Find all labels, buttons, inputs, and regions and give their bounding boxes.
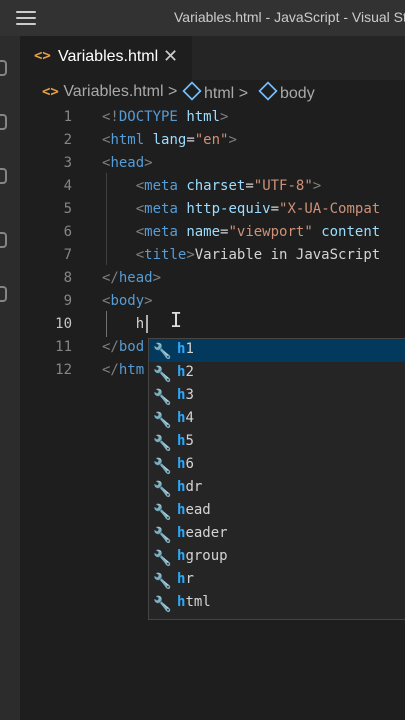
line-number: 5 <box>63 201 72 217</box>
code-line: </bod <box>102 339 145 355</box>
suggestion-item[interactable]: 🔧 h4 <box>149 408 405 431</box>
code-line-active: h <box>135 316 145 332</box>
line-number: 7 <box>63 247 72 263</box>
title-bar: Variables.html - JavaScript - Visual St <box>0 0 405 36</box>
wrench-icon: 🔧 <box>153 458 172 475</box>
element-icon <box>182 81 202 101</box>
code-line: <body> <box>102 293 153 309</box>
code-line: </htm <box>102 362 145 378</box>
breadcrumb-html[interactable]: html > <box>182 81 249 103</box>
wrench-icon: 🔧 <box>153 366 172 383</box>
line-number: 3 <box>63 155 72 171</box>
line-number: 4 <box>63 178 72 194</box>
line-number: 6 <box>63 224 72 240</box>
line-number: 10 <box>55 316 72 332</box>
suggestion-item[interactable]: 🔧 hdr <box>149 477 405 500</box>
close-icon[interactable]: ✕ <box>163 46 178 67</box>
window-title: Variables.html - JavaScript - Visual St <box>174 9 405 25</box>
menu-icon[interactable] <box>16 11 36 25</box>
suggestion-item[interactable]: 🔧 header <box>149 523 405 546</box>
activity-bar <box>0 36 20 720</box>
line-number: 12 <box>55 362 72 378</box>
element-icon <box>258 81 278 101</box>
autocomplete-list[interactable]: 🔧 h1 🔧 h2 🔧 h3 🔧 h4 🔧 h5 🔧 h6 🔧 hdr 🔧 head 🔧 head… <box>148 338 405 620</box>
suggestion-item[interactable]: 🔧 h2 <box>149 362 405 385</box>
line-number: 1 <box>63 109 72 125</box>
extensions-icon[interactable] <box>0 286 7 302</box>
run-debug-icon[interactable] <box>0 232 7 248</box>
chevron-right-icon: > <box>238 85 249 102</box>
wrench-icon: 🔧 <box>153 412 172 429</box>
wrench-icon: 🔧 <box>153 343 172 360</box>
wrench-icon: 🔧 <box>153 504 172 521</box>
code-line: <!DOCTYPE html> <box>102 109 229 125</box>
suggestion-item[interactable]: 🔧 hgroup <box>149 546 405 569</box>
line-number: 11 <box>55 339 72 355</box>
tab-label: Variables.html <box>58 48 159 65</box>
wrench-icon: 🔧 <box>153 389 172 406</box>
breadcrumb-body[interactable]: body <box>258 81 315 103</box>
wrench-icon: 🔧 <box>153 527 172 544</box>
breadcrumb-file[interactable]: <> Variables.html > <box>42 83 177 101</box>
suggestion-item[interactable]: 🔧 h3 <box>149 385 405 408</box>
code-line: <title>Variable in JavaScript <box>135 247 381 263</box>
ibeam-cursor-icon: I <box>170 308 183 332</box>
line-number: 9 <box>63 293 72 309</box>
suggestion-item[interactable]: 🔧 h1 <box>149 339 405 362</box>
suggestion-item[interactable]: 🔧 hr <box>149 569 405 592</box>
code-line: <head> <box>102 155 153 171</box>
wrench-icon: 🔧 <box>153 550 172 567</box>
code-line: </head> <box>102 270 162 286</box>
suggestion-item[interactable]: 🔧 h5 <box>149 431 405 454</box>
chevron-right-icon: > <box>167 83 178 100</box>
suggestion-item[interactable]: 🔧 html <box>149 592 405 615</box>
code-line: <meta http-equiv="X-UA-Compat <box>135 201 381 217</box>
source-control-icon[interactable] <box>0 168 7 184</box>
explorer-icon[interactable] <box>0 60 7 76</box>
wrench-icon: 🔧 <box>153 481 172 498</box>
code-line: <meta charset="UTF-8"> <box>135 178 322 194</box>
html-file-icon: <> <box>34 48 51 64</box>
wrench-icon: 🔧 <box>153 435 172 452</box>
code-line: <meta name="viewport" content <box>135 224 381 240</box>
search-icon[interactable] <box>0 114 7 130</box>
text-cursor <box>146 315 148 333</box>
suggestion-item[interactable]: 🔧 head <box>149 500 405 523</box>
code-line: <html lang="en"> <box>102 132 237 148</box>
tab-variables-html[interactable]: <> Variables.html ✕ <box>20 36 192 80</box>
tab-bar: <> Variables.html ✕ <box>20 36 405 80</box>
breadcrumb: <> Variables.html > html > body <box>20 80 405 106</box>
html-file-icon: <> <box>42 84 59 100</box>
wrench-icon: 🔧 <box>153 596 172 613</box>
line-number: 2 <box>63 132 72 148</box>
suggestion-item[interactable]: 🔧 h6 <box>149 454 405 477</box>
wrench-icon: 🔧 <box>153 573 172 590</box>
line-number: 8 <box>63 270 72 286</box>
